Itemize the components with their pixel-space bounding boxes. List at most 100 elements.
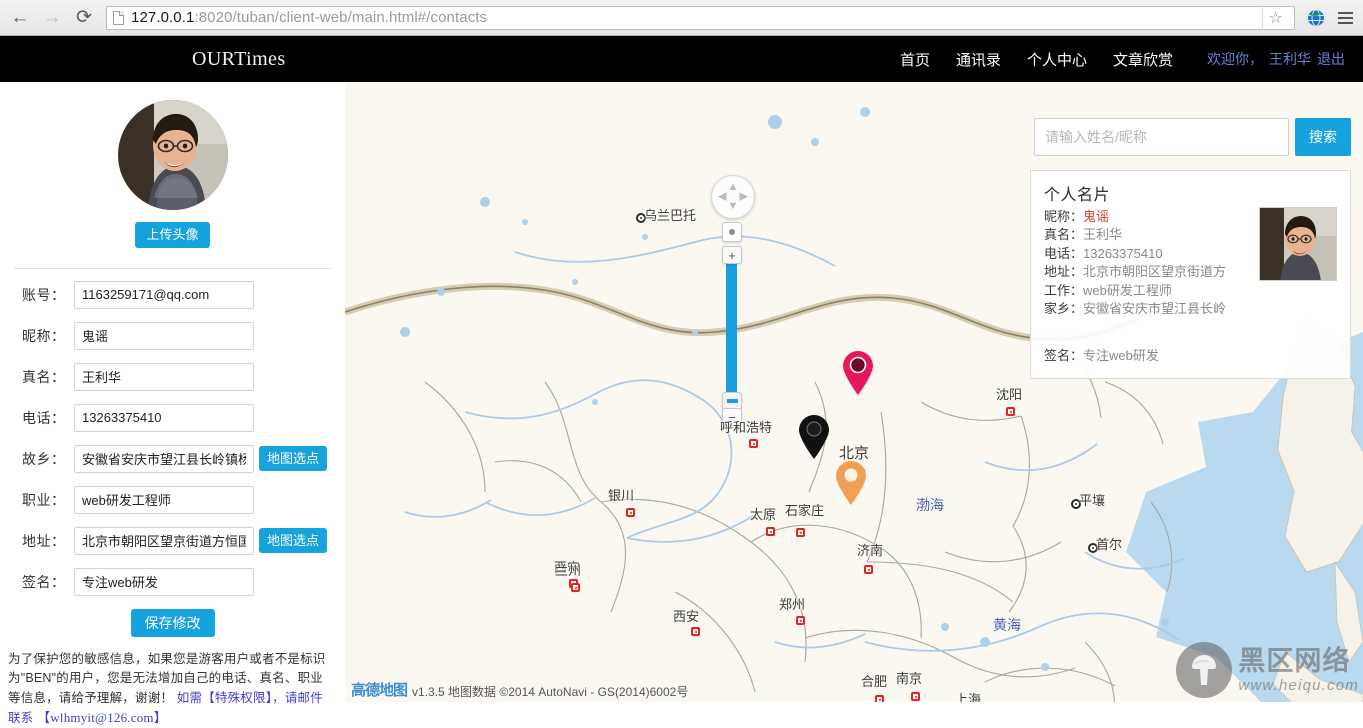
map-dot-zhengzhou	[796, 616, 805, 625]
map-pick-hometown-button[interactable]: 地图选点	[259, 445, 328, 472]
marker-jinan[interactable]	[834, 460, 868, 506]
welcome-username[interactable]: 王利华	[1269, 49, 1311, 69]
zoom-in-button[interactable]: +	[722, 246, 742, 264]
url-host: 127.0.0.1	[131, 9, 195, 26]
map-label-jinan: 济南	[857, 543, 884, 558]
input-phone[interactable]	[74, 403, 254, 432]
input-hometown[interactable]	[74, 444, 254, 473]
nav-item-home[interactable]: 首页	[900, 49, 930, 70]
reload-icon[interactable]: ⟳	[70, 4, 98, 32]
welcome-text: 欢迎你，	[1207, 51, 1263, 67]
map-label-shijiazhuang: 石家庄	[785, 503, 825, 518]
map-dot-nanjing	[911, 692, 920, 701]
form-row-address: 地址： 地图选点	[0, 526, 345, 555]
map-label-shenyang: 沈阳	[996, 387, 1023, 402]
profile-form: 账号： 昵称： 真名： 电话： 故乡： 地图选点 职业：	[0, 269, 345, 728]
label-account: 账号：	[22, 286, 66, 303]
map-label-ulaanbaatar: 乌兰巴托	[644, 208, 697, 223]
search-input[interactable]	[1034, 118, 1289, 156]
card-value-phone: 13263375410	[1083, 245, 1163, 261]
form-row-phone: 电话：	[0, 403, 345, 432]
attribution-text: v1.3.5 地图数据 ©2014 AutoNavi - GS(2014)600…	[412, 685, 689, 699]
label-address: 地址：	[22, 532, 66, 549]
card-key-signature: 签名：	[1044, 347, 1084, 363]
logout-link[interactable]: 退出	[1317, 49, 1345, 69]
notice-email-link[interactable]: 【wlhmyit@126.com】	[37, 710, 167, 725]
card-key-phone: 电话：	[1044, 245, 1084, 261]
globe-icon[interactable]	[1303, 5, 1329, 31]
label-signature: 签名：	[22, 573, 66, 590]
upload-avatar-button[interactable]: 上传头像	[135, 222, 210, 248]
input-realname[interactable]	[74, 362, 254, 391]
map-label-xian: 西安	[673, 609, 700, 624]
map-label-pyongyang: 平壤	[1079, 493, 1106, 508]
input-account[interactable]	[74, 280, 254, 309]
map-label-nanjing: 南京	[896, 671, 923, 686]
map-label-hohhot: 呼和浩特	[720, 420, 773, 435]
map-label-lanzhou: 兰州	[555, 563, 582, 578]
map-label-zhengzhou: 郑州	[779, 597, 806, 612]
card-key-address: 地址：	[1044, 264, 1084, 280]
site-watermark: 黑区网络 www.heiqu.com	[1176, 642, 1359, 698]
nav-item-articles[interactable]: 文章欣赏	[1113, 49, 1173, 70]
label-nickname: 昵称：	[22, 327, 66, 344]
bookmark-star-icon[interactable]: ☆	[1262, 5, 1288, 30]
card-value-address: 北京市朝阳区望京街道方	[1083, 264, 1227, 280]
search-button[interactable]: 搜索	[1295, 118, 1351, 156]
profile-sidebar: 上传头像 账号： 昵称： 真名： 电话： 故乡： 地图选	[0, 82, 345, 725]
save-changes-button[interactable]: 保存修改	[130, 608, 215, 638]
app-body: 上传头像 账号： 昵称： 真名： 电话： 故乡： 地图选	[0, 82, 1363, 725]
marker-beijing[interactable]	[841, 350, 875, 396]
address-bar[interactable]: 127.0.0.1:8020/tuban/client-web/main.htm…	[106, 5, 1295, 30]
map-dot-hefei	[875, 695, 884, 702]
pan-left-arrow[interactable]: ◀	[718, 191, 726, 203]
avatar	[117, 100, 228, 210]
pan-up-arrow[interactable]: ▲	[728, 182, 739, 193]
forward-arrow-icon[interactable]: →	[38, 4, 66, 32]
map-label-yinchuan: 银川	[608, 488, 635, 503]
pan-right-arrow[interactable]: ▶	[740, 191, 748, 203]
person-card: 个人名片 昵称：鬼谣 真名：王利华 电话：13263375410 地址：北京市朝…	[1030, 170, 1351, 379]
pan-compass-icon[interactable]: ▲ ▼ ◀ ▶	[711, 175, 755, 219]
page-document-icon	[113, 10, 124, 25]
card-value-signature: 专注web研发	[1083, 347, 1159, 363]
map-dot-lanzhou	[571, 583, 580, 592]
map-dot-shijiazhuang	[796, 528, 805, 537]
hamburger-menu-icon[interactable]	[1333, 5, 1357, 31]
locate-icon[interactable]	[722, 222, 742, 242]
marker-shijiazhuang[interactable]	[797, 414, 831, 460]
card-value-nickname: 鬼谣	[1083, 209, 1110, 224]
input-address[interactable]	[74, 526, 254, 555]
label-phone: 电话：	[22, 409, 66, 426]
save-row: 保存修改	[0, 608, 345, 638]
form-row-hometown: 故乡： 地图选点	[0, 444, 345, 473]
map-canvas[interactable]: ▲ ▼ ◀ ▶ + − ★ 乌兰巴托 呼和浩特 北京	[345, 82, 1363, 702]
label-job: 职业：	[22, 491, 66, 508]
privacy-notice: 为了保护您的敏感信息，如果您是游客用户或者不是标识为"BEN"的用户，您是无法增…	[0, 650, 345, 728]
map-dot-hohhot	[749, 439, 758, 448]
pan-down-arrow[interactable]: ▼	[728, 201, 739, 212]
input-nickname[interactable]	[74, 321, 254, 350]
map-dot-xian	[691, 627, 700, 636]
map-label-hefei: 合肥	[861, 674, 888, 689]
browser-toolbar: ← → ⟳ 127.0.0.1:8020/tuban/client-web/ma…	[0, 0, 1363, 36]
nav-item-contacts[interactable]: 通讯录	[956, 49, 1001, 70]
card-key-realname: 真名：	[1044, 227, 1084, 243]
site-header: OURTimes 首页 通讯录 个人中心 文章欣赏 欢迎你， 王利华 退出	[0, 36, 1363, 82]
map-dot-yinchuan	[626, 508, 635, 517]
map-pick-address-button[interactable]: 地图选点	[259, 527, 328, 554]
input-signature[interactable]	[74, 567, 254, 596]
card-value-job: web研发工程师	[1083, 282, 1172, 298]
form-row-realname: 真名：	[0, 362, 345, 391]
input-job[interactable]	[74, 485, 254, 514]
card-row-hometown: 家乡：安徽省安庆市望江县长岭	[1044, 300, 1337, 318]
zoom-slider-track[interactable]	[726, 260, 737, 412]
back-arrow-icon[interactable]: ←	[6, 4, 34, 32]
welcome-block: 欢迎你， 王利华 退出	[1207, 49, 1345, 69]
mushroom-icon	[1176, 642, 1233, 698]
card-value-realname: 王利华	[1083, 227, 1123, 243]
nav-item-profile[interactable]: 个人中心	[1027, 49, 1087, 70]
map-dot-jinan	[864, 565, 873, 574]
main-navigation: 首页 通讯录 个人中心 文章欣赏 欢迎你， 王利华 退出	[900, 49, 1363, 70]
card-row-signature: 签名：专注web研发	[1044, 345, 1337, 364]
